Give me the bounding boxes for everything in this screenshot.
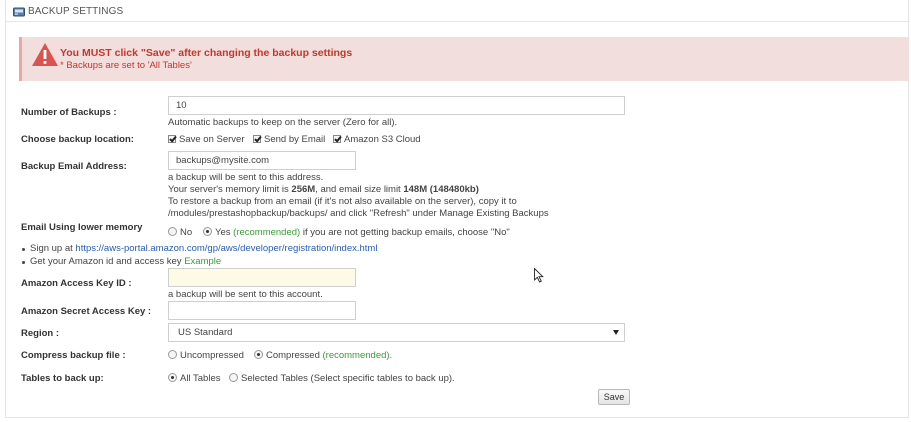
lower-memory-yes-option[interactable]: Yes (recommended) if you are not getting… <box>203 227 510 238</box>
alert-note: * Backups are set to 'All Tables' <box>60 60 192 71</box>
all-tables-radio[interactable] <box>168 373 177 382</box>
recommended-tag: (recommended) <box>233 227 301 238</box>
memory-limit-value: 256M <box>291 184 316 195</box>
memory-limit-prefix: Your server's memory limit is <box>168 184 292 195</box>
region-label: Region : <box>21 328 59 339</box>
access-key-input[interactable] <box>168 268 356 287</box>
lower-memory-yes-label: Yes <box>215 227 231 238</box>
email-limit-value: 148M (148480kb) <box>403 184 479 195</box>
selected-tables-label: Selected Tables (Select specific tables … <box>241 373 455 384</box>
all-tables-label: All Tables <box>180 373 221 384</box>
selected-tables-radio[interactable] <box>229 373 238 382</box>
signup-prefix: Sign up at <box>30 243 76 254</box>
compressed-radio[interactable] <box>254 350 263 359</box>
access-key-help: a backup will be sent to this account. <box>168 289 323 300</box>
tables-label: Tables to back up: <box>21 373 104 384</box>
region-selected-value: US Standard <box>178 327 233 338</box>
amazon-s3-option[interactable]: Amazon S3 Cloud <box>333 134 421 145</box>
restore-help-line1: To restore a backup from an email (if it… <box>168 196 517 207</box>
backup-email-help: a backup will be sent to this address. <box>168 172 324 183</box>
compress-label: Compress backup file : <box>21 350 126 361</box>
lower-memory-note: if you are not getting backup emails, ch… <box>300 227 510 238</box>
backup-location-label: Choose backup location: <box>21 134 134 145</box>
secret-key-input[interactable] <box>168 301 356 320</box>
panel-header: BACKUP SETTINGS <box>6 0 910 22</box>
warning-alert: You MUST click "Save" after changing the… <box>19 37 909 81</box>
panel-title: BACKUP SETTINGS <box>28 6 124 17</box>
compressed-option[interactable]: Compressed (recommended). <box>254 350 392 361</box>
selected-tables-option[interactable]: Selected Tables (Select specific tables … <box>229 373 455 384</box>
uncompressed-option[interactable]: Uncompressed <box>168 350 244 361</box>
uncompressed-radio[interactable] <box>168 350 177 359</box>
keys-note: Get your Amazon id and access key Exampl… <box>30 256 221 267</box>
amazon-s3-checkbox[interactable] <box>333 135 341 143</box>
warning-icon <box>32 43 58 66</box>
email-limit-prefix: , and email size limit <box>315 184 404 195</box>
send-by-email-option[interactable]: Send by Email <box>253 134 325 145</box>
save-on-server-option[interactable]: Save on Server <box>168 134 244 145</box>
number-of-backups-label: Number of Backups : <box>21 107 117 118</box>
number-of-backups-value: 10 <box>176 100 187 111</box>
lower-memory-label: Email Using lower memory <box>21 222 143 233</box>
access-key-label: Amazon Access Key ID : <box>21 278 132 289</box>
all-tables-option[interactable]: All Tables <box>168 373 221 384</box>
restore-help-line2: /modules/prestashopbackup/backups/ and c… <box>168 208 549 219</box>
drive-icon <box>13 7 25 17</box>
example-link[interactable]: Example <box>184 256 221 267</box>
number-of-backups-help: Automatic backups to keep on the server … <box>168 117 398 128</box>
bullet <box>22 248 25 251</box>
amazon-s3-label: Amazon S3 Cloud <box>344 134 421 145</box>
signup-note: Sign up at https://aws-portal.amazon.com… <box>30 243 377 254</box>
compressed-label: Compressed <box>266 350 320 361</box>
number-of-backups-input[interactable]: 10 <box>168 96 625 115</box>
aws-signup-link[interactable]: https://aws-portal.amazon.com/gp/aws/dev… <box>75 243 377 254</box>
keys-prefix: Get your Amazon id and access key <box>30 256 185 267</box>
bullet <box>22 261 25 264</box>
backup-email-label: Backup Email Address: <box>21 161 127 172</box>
save-on-server-label: Save on Server <box>179 134 245 145</box>
memory-limit-text: Your server's memory limit is 256M, and … <box>168 184 479 195</box>
save-button[interactable]: Save <box>598 389 630 405</box>
backup-email-input[interactable]: backups@mysite.com <box>168 151 356 170</box>
lower-memory-no-option[interactable]: No <box>168 227 192 238</box>
region-select[interactable]: US Standard <box>168 323 625 342</box>
compressed-recommended-tag: (recommended). <box>322 350 393 361</box>
send-by-email-checkbox[interactable] <box>253 135 261 143</box>
alert-message: You MUST click "Save" after changing the… <box>60 47 353 59</box>
send-by-email-label: Send by Email <box>264 134 326 145</box>
save-on-server-checkbox[interactable] <box>168 135 176 143</box>
uncompressed-label: Uncompressed <box>180 350 244 361</box>
lower-memory-no-radio[interactable] <box>168 227 177 236</box>
chevron-down-icon <box>613 330 619 335</box>
backup-email-value: backups@mysite.com <box>176 155 270 166</box>
lower-memory-yes-radio[interactable] <box>203 227 212 236</box>
mouse-cursor-icon <box>534 268 544 283</box>
lower-memory-no-label: No <box>180 227 193 238</box>
secret-key-label: Amazon Secret Access Key : <box>21 306 152 317</box>
